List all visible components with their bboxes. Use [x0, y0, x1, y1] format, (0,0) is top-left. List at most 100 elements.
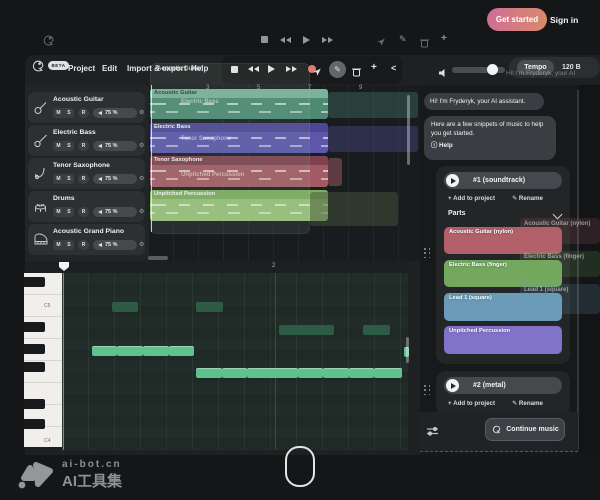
play-snippet-icon[interactable]: [446, 174, 459, 187]
rename-button[interactable]: ✎ Rename: [512, 195, 543, 202]
drag-handle-icon[interactable]: [424, 248, 431, 259]
piano-roll-vertical-scrollbar[interactable]: [406, 337, 409, 363]
piano-note[interactable]: [279, 325, 334, 335]
help-link[interactable]: ⓘ Help: [431, 141, 549, 150]
ghost-assistant-greeting: Hi! I'm Fryderyk, your AI: [506, 70, 575, 77]
piano-note[interactable]: [374, 368, 402, 378]
mute-button[interactable]: M: [56, 209, 60, 215]
solo-button[interactable]: S: [67, 176, 70, 182]
record-arm-button[interactable]: R: [78, 207, 89, 217]
ghost-play-icon: [303, 36, 310, 44]
solo-button[interactable]: S: [67, 242, 70, 248]
piano-note[interactable]: [112, 302, 138, 312]
timeline-vertical-scrollbar[interactable]: [407, 95, 410, 165]
pencil-tool-button[interactable]: ✎: [329, 61, 346, 78]
solo-button[interactable]: S: [67, 143, 70, 149]
piano-note[interactable]: [349, 368, 374, 378]
snippet-1-player[interactable]: #1 (soundtrack): [444, 172, 562, 189]
track-volume-slider[interactable]: 75 %: [93, 240, 137, 250]
record-arm-button[interactable]: R: [78, 108, 89, 118]
part-unpitched-percussion[interactable]: Unpitched Percussion: [444, 326, 562, 354]
track-options-icon[interactable]: ⚙: [139, 142, 144, 149]
logo-bird-icon[interactable]: [30, 58, 46, 79]
track-row-electric-bass[interactable]: Electric Bass MS R 75 % ⚙: [28, 125, 145, 156]
track-volume-slider[interactable]: 75 %: [93, 141, 137, 151]
drums-icon: [33, 199, 48, 219]
piano-note[interactable]: [117, 346, 143, 356]
piano-note[interactable]: [247, 368, 298, 378]
piano-note[interactable]: [298, 368, 323, 378]
piano-note[interactable]: [143, 346, 169, 356]
get-started-button[interactable]: Get started: [487, 8, 547, 31]
piano-note[interactable]: [196, 368, 222, 378]
record-arm-button[interactable]: R: [78, 240, 89, 250]
piano-roll-grid[interactable]: [62, 273, 408, 450]
watermark-title: AI工具集: [62, 470, 122, 491]
track-volume-slider[interactable]: 75 %: [93, 108, 137, 118]
track-options-icon[interactable]: ⚙: [139, 241, 144, 248]
black-key[interactable]: [24, 362, 45, 372]
drag-handle-icon[interactable]: [424, 385, 431, 396]
ghost-stop-icon: [261, 36, 268, 43]
add-to-project-button[interactable]: + Add to project: [448, 195, 495, 202]
track-row-acoustic-guitar[interactable]: Acoustic Guitar MS R 75 % ⚙: [28, 92, 145, 123]
black-key[interactable]: [24, 344, 45, 354]
add-to-project-button[interactable]: + Add to project: [448, 400, 495, 407]
track-volume-slider[interactable]: 75 %: [93, 207, 137, 217]
piano-note[interactable]: [222, 368, 247, 378]
mute-button[interactable]: M: [56, 143, 60, 149]
black-key[interactable]: [24, 419, 45, 429]
add-tool-button[interactable]: +: [371, 62, 377, 73]
undo-button[interactable]: <: [391, 63, 396, 73]
piano-note[interactable]: [196, 302, 223, 312]
record-arm-button[interactable]: R: [78, 174, 89, 184]
piano-note[interactable]: [169, 346, 194, 356]
continue-music-button[interactable]: Continue music: [485, 418, 565, 441]
track-row-tenor-saxophone[interactable]: Tenor Saxophone MS R 75 % ⚙: [28, 158, 145, 189]
pencil-icon: ✎: [334, 65, 341, 74]
black-key[interactable]: [24, 277, 45, 287]
delete-tool-button[interactable]: [352, 64, 361, 82]
track-row-acoustic-grand-piano[interactable]: Acoustic Grand Piano MS R 75 % ⚙: [28, 224, 145, 255]
black-key[interactable]: [24, 322, 45, 332]
track-options-icon[interactable]: ⚙: [139, 109, 144, 116]
timeline-horizontal-scrollbar[interactable]: [148, 256, 168, 260]
track-options-icon[interactable]: ⚙: [139, 175, 144, 182]
piano-note[interactable]: [363, 325, 390, 335]
solo-button[interactable]: S: [67, 110, 70, 116]
rename-button[interactable]: ✎ Rename: [512, 400, 543, 407]
piano-roll-ruler[interactable]: [25, 262, 408, 273]
mute-button[interactable]: M: [56, 242, 60, 248]
track-row-drums[interactable]: Drums MS R 75 % ⚙: [28, 191, 145, 222]
mute-button[interactable]: M: [56, 176, 60, 182]
master-volume-thumb[interactable]: [487, 64, 498, 75]
ruler-number: 9: [359, 85, 362, 91]
menu-project[interactable]: Project: [68, 64, 95, 73]
solo-button[interactable]: S: [67, 209, 70, 215]
sign-in-button[interactable]: Sign in: [550, 15, 578, 25]
parts-section-label: Parts: [448, 210, 466, 217]
ghost-clip-fragment: [328, 126, 418, 152]
settings-sliders-icon[interactable]: [426, 424, 439, 442]
ghost-trash-icon: [420, 35, 429, 53]
ghost-part-label: Acoustic Guitar (nylon): [524, 221, 590, 227]
piano-notes: [62, 273, 408, 450]
snippet-card-2: #2 (metal) + Add to project ✎ Rename: [436, 371, 570, 415]
saxophone-icon: [33, 166, 48, 186]
ghost-pencil-icon: ✎: [399, 34, 407, 45]
master-volume-icon: [438, 65, 448, 83]
piano-note[interactable]: [92, 346, 117, 356]
track-volume-slider[interactable]: 75 %: [93, 174, 137, 184]
pointer-tool-button[interactable]: [312, 64, 322, 82]
app-screen: Get started Sign in ✎ + BETA Project Edi…: [0, 0, 600, 500]
ghost-clip-fragment: [328, 92, 418, 118]
snippet-2-player[interactable]: #2 (metal): [444, 377, 562, 394]
black-key[interactable]: [24, 399, 45, 409]
piano-note[interactable]: [323, 368, 349, 378]
piano-keyboard[interactable]: [24, 273, 62, 447]
record-arm-button[interactable]: R: [78, 141, 89, 151]
mute-button[interactable]: M: [56, 110, 60, 116]
menu-edit[interactable]: Edit: [102, 64, 117, 73]
track-options-icon[interactable]: ⚙: [139, 208, 144, 215]
play-snippet-icon[interactable]: [446, 379, 459, 392]
